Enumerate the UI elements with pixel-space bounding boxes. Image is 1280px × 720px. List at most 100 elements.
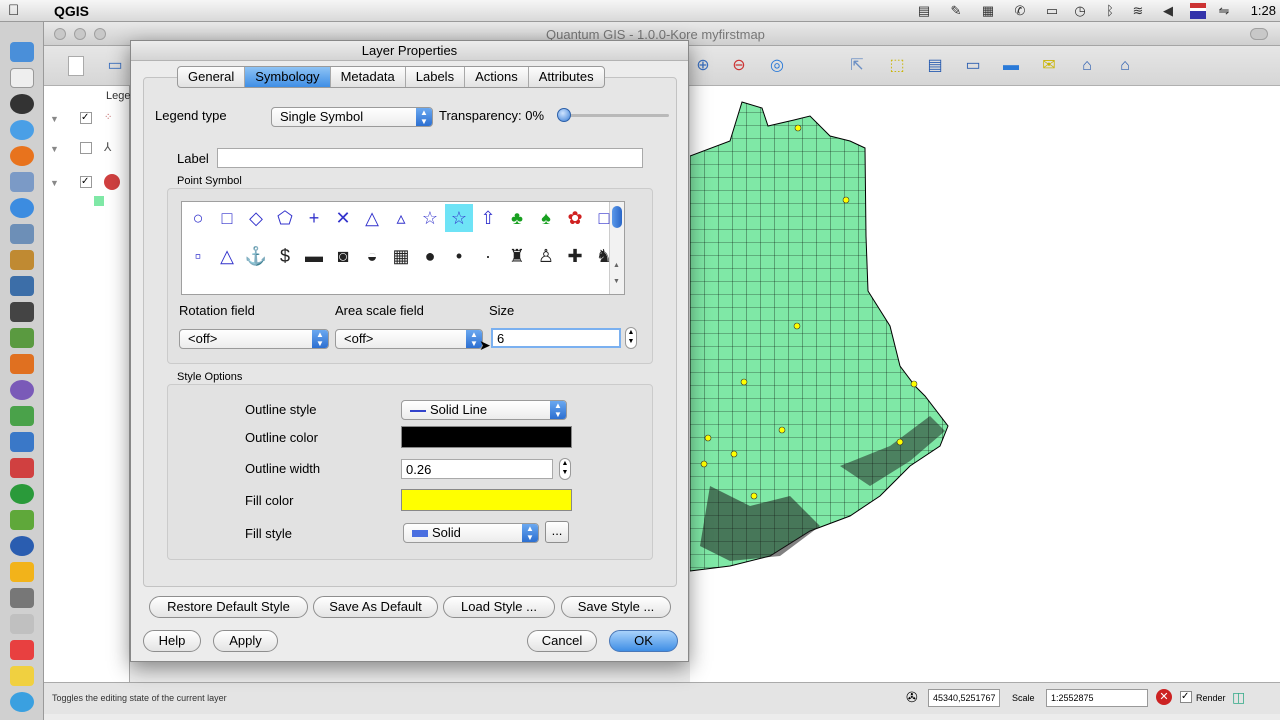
load-style-button[interactable]: Load Style ... — [443, 596, 555, 618]
render-checkbox[interactable]: ✓ — [1180, 691, 1192, 703]
square-small-icon[interactable]: ▫ — [184, 242, 212, 270]
dock-app-icon[interactable] — [10, 640, 34, 660]
dock-app-icon[interactable] — [10, 354, 34, 374]
dot-small-icon[interactable]: · — [474, 242, 502, 270]
dot-medium-icon[interactable]: • — [445, 242, 473, 270]
fill-style-select[interactable]: Solid ▲ ▼ — [403, 523, 539, 543]
dock-app-icon[interactable] — [10, 666, 34, 686]
area-scale-select[interactable]: <off> ▲ ▼ — [335, 329, 483, 349]
hospital-icon[interactable]: ✚ — [561, 242, 589, 270]
dock-app-icon[interactable] — [10, 458, 34, 478]
restore-default-style-button[interactable]: Restore Default Style — [149, 596, 308, 618]
tab-labels[interactable]: Labels — [406, 67, 466, 87]
battery-icon[interactable]: ▭ — [1044, 3, 1060, 19]
fill-style-more-button[interactable]: ... — [545, 521, 569, 543]
dock-app-icon[interactable] — [10, 276, 34, 296]
triangle-outline-icon[interactable]: △ — [213, 242, 241, 270]
tree-round-icon[interactable]: ♠ — [532, 204, 560, 232]
cross-icon[interactable]: + — [300, 204, 328, 232]
star-icon[interactable]: ☆ — [416, 204, 444, 232]
outline-color-button[interactable] — [401, 426, 572, 448]
layer-visibility-checkbox[interactable]: ✓ — [80, 176, 92, 188]
wifi-icon[interactable]: ≋ — [1130, 3, 1146, 19]
dock-app-icon[interactable] — [10, 120, 34, 140]
save-as-default-button[interactable]: Save As Default — [313, 596, 438, 618]
zoom-full-icon[interactable]: ◎ — [766, 56, 788, 76]
triangle-icon[interactable]: △ — [358, 204, 386, 232]
tab-metadata[interactable]: Metadata — [331, 67, 406, 87]
firefox-icon[interactable] — [10, 146, 34, 166]
close-window-button[interactable] — [54, 28, 66, 40]
size-spinner[interactable]: ▲ ▼ — [625, 327, 637, 349]
transparency-slider-track[interactable] — [559, 114, 669, 117]
dock-app-icon[interactable] — [10, 432, 34, 452]
measure-line-icon[interactable]: ▭ — [962, 56, 984, 76]
map-tips-icon[interactable]: ✉ — [1038, 56, 1060, 76]
time-machine-icon[interactable]: ◷ — [1072, 3, 1088, 19]
zoom-in-icon[interactable]: ⊕ — [692, 56, 714, 76]
empty-square-icon[interactable]: □ — [590, 204, 618, 232]
new-project-icon[interactable] — [68, 56, 84, 76]
square-icon[interactable]: □ — [213, 204, 241, 232]
dock-app-icon[interactable] — [10, 302, 34, 322]
new-bookmark-icon[interactable]: ⌂ — [1076, 56, 1098, 76]
open-project-icon[interactable]: ▭ — [104, 56, 126, 76]
grid-icon[interactable]: ▦ — [980, 3, 996, 19]
help-button[interactable]: Help — [143, 630, 201, 652]
legend-type-select[interactable]: Single Symbol ▲ ▼ — [271, 107, 433, 127]
car-icon[interactable]: ◒ — [358, 242, 386, 270]
size-input[interactable] — [491, 328, 621, 348]
phone-icon[interactable]: ✆ — [1012, 3, 1028, 19]
tab-general[interactable]: General — [178, 67, 246, 87]
select-features-icon[interactable]: ⬚ — [886, 56, 908, 76]
people-icon[interactable]: ♙ — [532, 242, 560, 270]
dock-app-icon[interactable] — [10, 328, 34, 348]
save-style-button[interactable]: Save Style ... — [561, 596, 671, 618]
diamond-icon[interactable]: ◇ — [242, 204, 270, 232]
transparency-slider-thumb[interactable] — [557, 108, 571, 122]
dock-app-icon[interactable] — [10, 172, 34, 192]
stop-render-icon[interactable]: ✕ — [1156, 689, 1172, 705]
dock-app-icon[interactable] — [10, 380, 34, 400]
dock-app-icon[interactable] — [10, 42, 34, 62]
tab-symbology[interactable]: Symbology — [245, 67, 331, 87]
us-flag-icon[interactable] — [1190, 3, 1206, 19]
triangle-small-icon[interactable]: ▵ — [387, 204, 415, 232]
label-input[interactable] — [217, 148, 643, 168]
dollar-icon[interactable]: $ — [271, 242, 299, 270]
apple-menu-icon[interactable]:  — [8, 2, 19, 19]
circle-icon[interactable]: ○ — [184, 204, 212, 232]
pipe-icon[interactable]: ▬ — [300, 242, 328, 270]
cancel-button[interactable]: Cancel — [527, 630, 597, 652]
minimize-window-button[interactable] — [74, 28, 86, 40]
dock-app-icon[interactable] — [10, 562, 34, 582]
scroll-down-icon[interactable]: ▼ — [613, 278, 620, 285]
apply-button[interactable]: Apply — [213, 630, 278, 652]
toolbar-toggle-button[interactable] — [1250, 28, 1268, 40]
symbol-grid[interactable]: ▲ ▼ ○ □ ◇ ⬠ + ✕ △ ▵ ☆ ☆ ⇧ ♣ ♠ ✿ □ ▫ △ ⚓ $ ▬ ◙ ◒ ▦ ● • · ♜ ♙ ✚ ♞ — [181, 201, 625, 295]
dock-app-icon[interactable] — [10, 614, 34, 634]
layer-visibility-checkbox[interactable]: ✓ — [80, 112, 92, 124]
layer-visibility-checkbox[interactable] — [80, 142, 92, 154]
dock-app-icon[interactable] — [10, 68, 34, 88]
expand-arrow-icon[interactable]: ▼ — [50, 114, 59, 124]
outline-width-input[interactable] — [401, 459, 553, 479]
identify-icon[interactable]: ⇱ — [846, 56, 868, 76]
expand-arrow-icon[interactable]: ▼ — [50, 144, 59, 154]
bluetooth-icon[interactable]: ᛒ — [1102, 3, 1118, 19]
arrow-up-icon[interactable]: ⇧ — [474, 204, 502, 232]
dock-app-icon[interactable] — [10, 588, 34, 608]
dock-app-icon[interactable] — [10, 94, 34, 114]
anchor-icon[interactable]: ⚓ — [242, 242, 270, 270]
deer-icon[interactable]: ♞ — [590, 242, 618, 270]
dock-app-icon[interactable] — [10, 198, 34, 218]
rotation-field-select[interactable]: <off> ▲ ▼ — [179, 329, 329, 349]
dock-app-icon[interactable] — [10, 406, 34, 426]
dock-app-icon[interactable] — [10, 224, 34, 244]
qgis-dock-icon[interactable] — [10, 510, 34, 530]
zoom-out-icon[interactable]: ⊖ — [728, 56, 750, 76]
outline-width-spinner[interactable]: ▲ ▼ — [559, 458, 571, 480]
pump-icon[interactable]: ♜ — [503, 242, 531, 270]
clock[interactable]: 1:28 — [1251, 3, 1276, 18]
flower-icon[interactable]: ✿ — [561, 204, 589, 232]
